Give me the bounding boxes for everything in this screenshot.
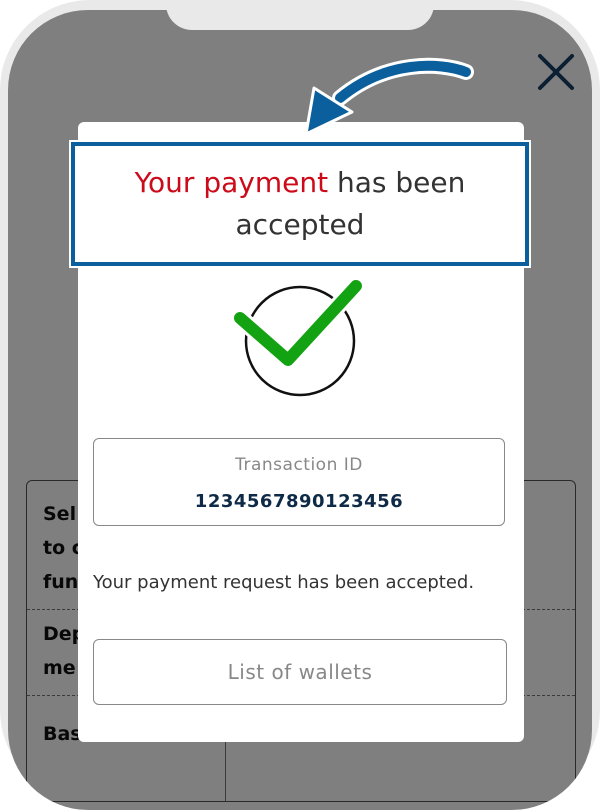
close-icon[interactable]: [530, 46, 582, 98]
headline-rest: has been: [328, 166, 466, 199]
checkmark-icon: [231, 277, 366, 398]
phone-notch: [166, 0, 434, 30]
headline-line2: accepted: [235, 208, 365, 241]
list-of-wallets-button[interactable]: List of wallets: [93, 639, 507, 705]
headline-highlight: Your payment: [134, 166, 329, 199]
transaction-id-box: Transaction ID 1234567890123456: [93, 438, 505, 526]
headline-callout: Your payment has been accepted: [71, 142, 529, 266]
curved-arrow-icon: [290, 52, 480, 148]
transaction-id-label: Transaction ID: [235, 455, 363, 475]
list-of-wallets-label: List of wallets: [227, 660, 373, 684]
transaction-id-value: 1234567890123456: [194, 491, 404, 512]
status-message: Your payment request has been accepted.: [93, 572, 475, 593]
headline-text: Your payment has been accepted: [135, 162, 466, 246]
